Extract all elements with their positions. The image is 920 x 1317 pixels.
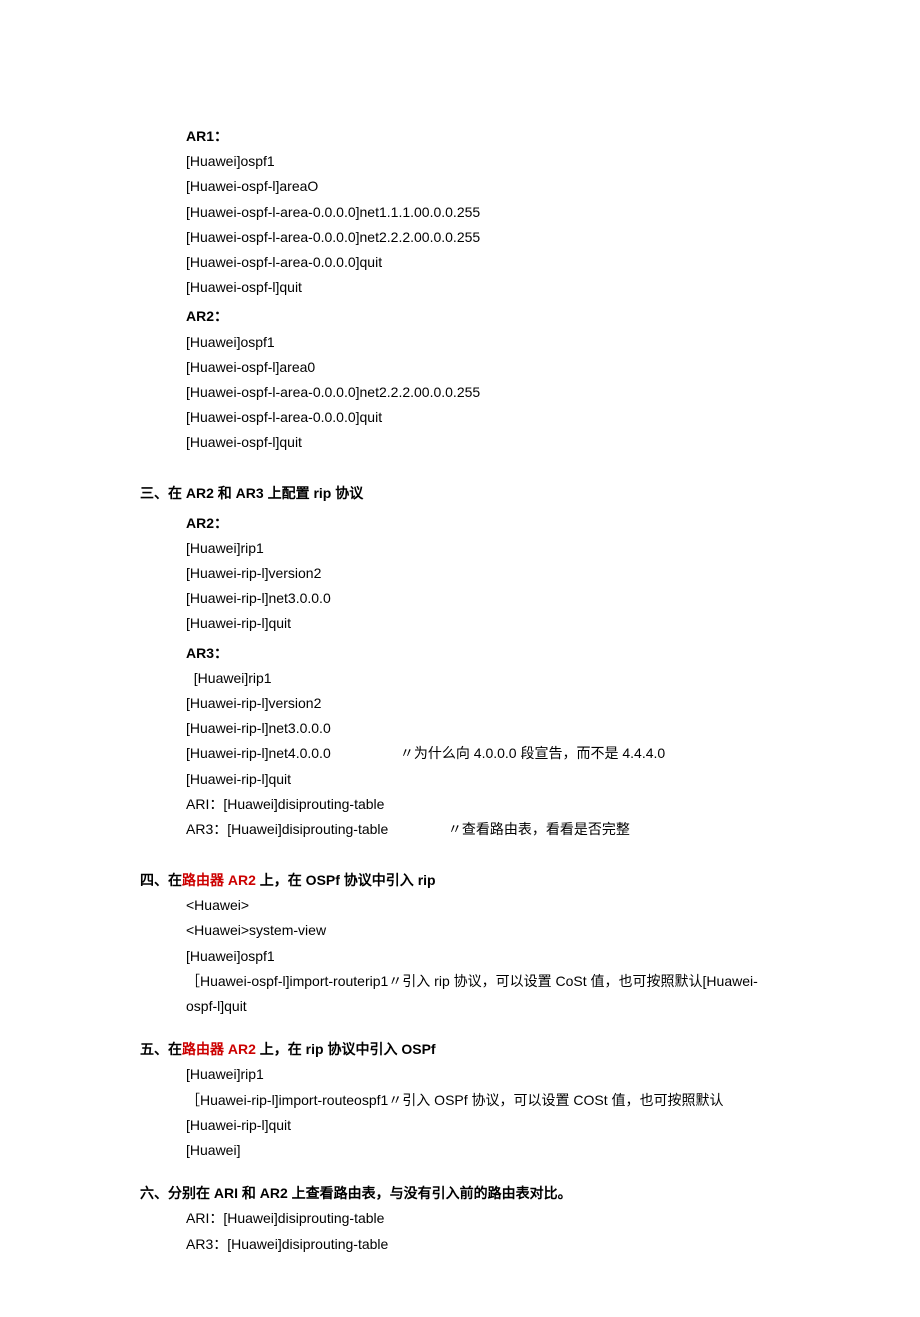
section5-heading-red: 路由器 AR2	[182, 1041, 256, 1057]
ar1-cmd: [Huawei-ospf-l-area-0.0.0.0]net2.2.2.00.…	[186, 225, 780, 250]
document-page: AR1： [Huawei]ospf1 [Huawei-ospf-l]areaO …	[0, 0, 920, 1317]
section4-heading: 四、在路由器 AR2 上，在 OSPf 协议中引入 rip	[140, 868, 780, 893]
section3-ar3-cmd: [Huawei]rip1	[186, 666, 780, 691]
section3-check-ar3-note: 〃查看路由表，看看是否完整	[448, 821, 630, 837]
ar2-cmd: [Huawei]ospf1	[186, 330, 780, 355]
section3-heading: 三、在 AR2 和 AR3 上配置 rip 协议	[140, 481, 780, 506]
section3-check-ar3-cmd: AR3：[Huawei]disiprouting-table	[186, 817, 444, 842]
ar2-cmd: [Huawei-ospf-l]quit	[186, 430, 780, 455]
section3-ar3-net4: [Huawei-rip-l]net4.0.0.0 〃为什么向 4.0.0.0 段…	[186, 741, 780, 766]
section6-heading: 六、分别在 ARI 和 AR2 上查看路由表，与没有引入前的路由表对比。	[140, 1181, 780, 1206]
section4-import: ［Huawei-ospf-l]import-routerip1〃引入 rip 协…	[186, 969, 780, 1019]
section3-ar2-cmd: [Huawei-rip-l]quit	[186, 611, 780, 636]
section3-ar2-cmd: [Huawei-rip-l]net3.0.0.0	[186, 586, 780, 611]
section3-ar3-cmd: [Huawei-rip-l]version2	[186, 691, 780, 716]
section4-cmd: <Huawei>	[186, 893, 780, 918]
section3-check-ari: ARI：[Huawei]disiprouting-table	[186, 792, 780, 817]
section6-cmd: AR3：[Huawei]disiprouting-table	[186, 1232, 780, 1257]
section3-ar3-net4-note: 〃为什么向 4.0.0.0 段宣告，而不是 4.4.4.0	[400, 745, 665, 761]
section4-heading-prefix: 四、在	[140, 872, 182, 888]
ar2-cmd: [Huawei-ospf-l-area-0.0.0.0]net2.2.2.00.…	[186, 380, 780, 405]
ar2-cmd: [Huawei-ospf-l-area-0.0.0.0]quit	[186, 405, 780, 430]
ar2-label: AR2：	[186, 304, 780, 329]
section5-heading: 五、在路由器 AR2 上，在 rip 协议中引入 OSPf	[140, 1037, 780, 1062]
section5-heading-suffix: 上，在 rip 协议中引入 OSPf	[256, 1041, 436, 1057]
ar2-cmd: [Huawei-ospf-l]area0	[186, 355, 780, 380]
section3-ar2-cmd: [Huawei-rip-l]version2	[186, 561, 780, 586]
section5-cmd: [Huawei]rip1	[186, 1062, 780, 1087]
ar1-cmd: [Huawei-ospf-l]areaO	[186, 174, 780, 199]
ar1-cmd: [Huawei-ospf-l-area-0.0.0.0]quit	[186, 250, 780, 275]
section5-heading-prefix: 五、在	[140, 1041, 182, 1057]
section6-cmd: ARI：[Huawei]disiprouting-table	[186, 1206, 780, 1231]
section4-heading-suffix: 上，在 OSPf 协议中引入 rip	[256, 872, 436, 888]
ar1-cmd: [Huawei]ospf1	[186, 149, 780, 174]
section3-ar3-cmd: [Huawei-rip-l]net3.0.0.0	[186, 716, 780, 741]
ar1-label: AR1：	[186, 124, 780, 149]
section4-heading-red: 路由器 AR2	[182, 872, 256, 888]
section3-ar3-quit: [Huawei-rip-l]quit	[186, 767, 780, 792]
section5-cmd: ［Huawei-rip-l]import-routeospf1〃引入 OSPf …	[186, 1088, 780, 1113]
section5-cmd: [Huawei]	[186, 1138, 780, 1163]
section3-ar2-label: AR2：	[186, 511, 780, 536]
section3-ar3-label: AR3：	[186, 641, 780, 666]
section3-ar2-cmd: [Huawei]rip1	[186, 536, 780, 561]
section3-check-ar3: AR3：[Huawei]disiprouting-table 〃查看路由表，看看…	[186, 817, 780, 842]
section5-cmd: [Huawei-rip-l]quit	[186, 1113, 780, 1138]
section4-cmd: [Huawei]ospf1	[186, 944, 780, 969]
ar1-cmd: [Huawei-ospf-l-area-0.0.0.0]net1.1.1.00.…	[186, 200, 780, 225]
ar1-cmd: [Huawei-ospf-l]quit	[186, 275, 780, 300]
section4-cmd: <Huawei>system-view	[186, 918, 780, 943]
section3-ar3-net4-cmd: [Huawei-rip-l]net4.0.0.0	[186, 741, 396, 766]
